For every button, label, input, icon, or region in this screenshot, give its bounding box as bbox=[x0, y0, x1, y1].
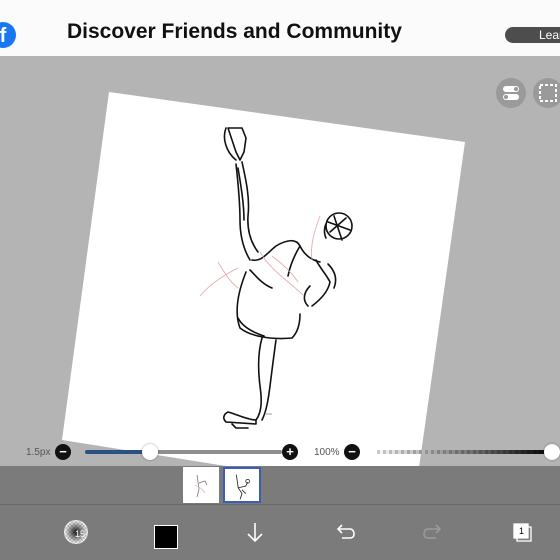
color-button[interactable] bbox=[152, 517, 184, 549]
layers-button[interactable]: 1 bbox=[508, 517, 540, 549]
selection-icon bbox=[539, 84, 557, 102]
ad-title: Discover Friends and Community bbox=[67, 20, 402, 43]
toggle-icon bbox=[503, 86, 519, 100]
layer-preview bbox=[194, 474, 208, 498]
paper-sheet bbox=[62, 92, 465, 466]
undo-button[interactable] bbox=[328, 517, 360, 549]
brush-controls: 1.5px − + 100% − bbox=[0, 441, 560, 465]
canvas-area[interactable] bbox=[0, 56, 560, 466]
layer-thumbnail-selected[interactable] bbox=[223, 467, 261, 503]
drawing-canvas[interactable] bbox=[0, 56, 560, 466]
download-arrow-icon bbox=[247, 523, 263, 543]
opacity-track[interactable] bbox=[374, 450, 552, 454]
brush-size-knob[interactable] bbox=[142, 444, 158, 460]
opacity-minus-button[interactable]: − bbox=[344, 444, 360, 460]
redo-button[interactable] bbox=[418, 517, 450, 549]
toggle-button[interactable] bbox=[496, 78, 526, 108]
brush-size-minus-button[interactable]: − bbox=[55, 444, 71, 460]
brush-size-label: 1.5px bbox=[26, 447, 51, 458]
layer-thumbnail[interactable] bbox=[183, 467, 219, 503]
opacity-label: 100% bbox=[314, 447, 340, 458]
download-button[interactable] bbox=[239, 517, 271, 549]
brush-size-fill bbox=[85, 450, 150, 454]
redo-icon bbox=[423, 524, 442, 539]
layer-strip bbox=[0, 466, 560, 504]
layers-count: 1 bbox=[519, 526, 525, 536]
ad-learn-more-button[interactable]: Learn More bbox=[505, 27, 560, 43]
ad-banner[interactable]: f Discover Friends and Community Learn M… bbox=[0, 0, 560, 56]
facebook-logo-icon: f bbox=[0, 22, 16, 48]
layer-preview bbox=[235, 474, 250, 500]
selection-button[interactable] bbox=[533, 78, 560, 108]
bottom-toolbar: 15 1 bbox=[0, 504, 560, 560]
brush-tool-button[interactable]: 15 bbox=[61, 517, 93, 549]
brush-size-badge: 15 bbox=[75, 529, 86, 539]
undo-icon bbox=[336, 524, 355, 539]
brush-size-plus-button[interactable]: + bbox=[282, 444, 298, 460]
opacity-knob[interactable] bbox=[544, 444, 560, 460]
color-swatch bbox=[154, 525, 178, 549]
